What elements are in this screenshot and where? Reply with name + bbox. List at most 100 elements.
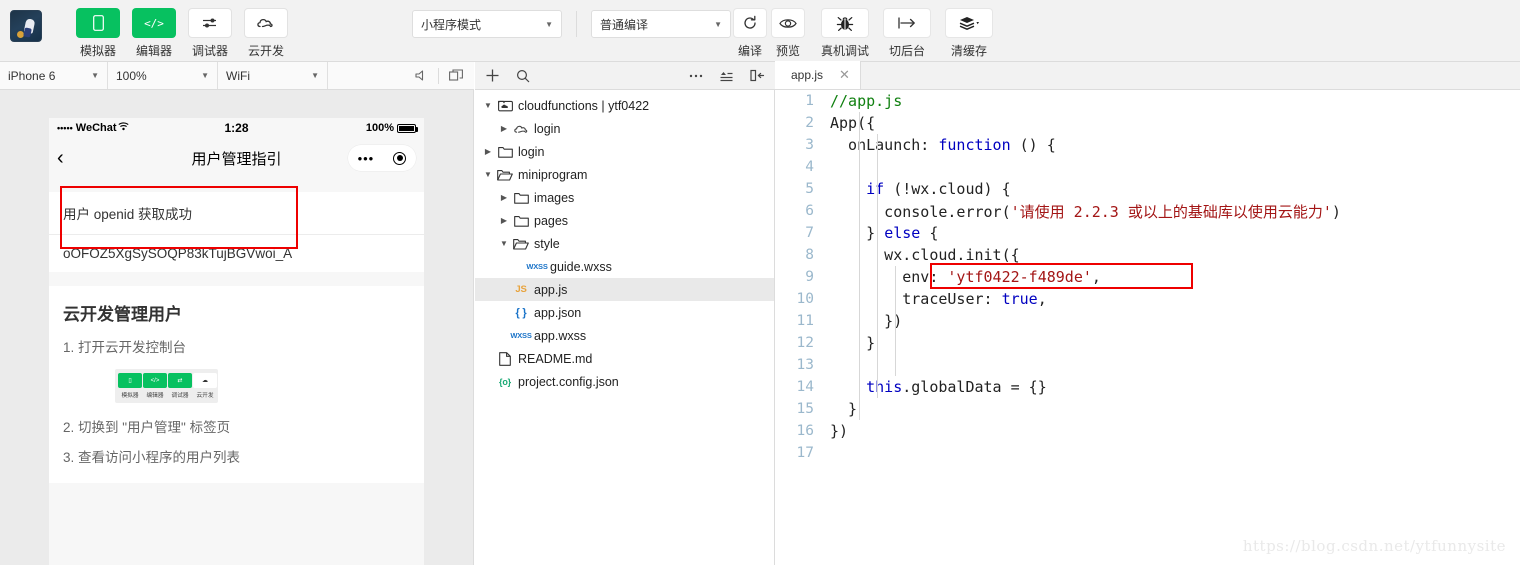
code-text[interactable]: }: [830, 334, 875, 352]
tree-item-pages[interactable]: ▶ pages: [475, 209, 774, 232]
line-number: 2: [805, 115, 814, 131]
line-number: 5: [805, 181, 814, 197]
tree-item-readme-md[interactable]: README.md: [475, 347, 774, 370]
more-icon[interactable]: [689, 73, 703, 79]
tree-item-label: app.wxss: [534, 328, 587, 343]
close-icon[interactable]: ✕: [839, 67, 850, 83]
detach-window-icon[interactable]: [449, 69, 464, 82]
cloud-folder-icon: [495, 99, 515, 112]
device-select[interactable]: iPhone 6 ▼: [0, 62, 108, 89]
target-circle-icon[interactable]: [393, 151, 407, 165]
search-icon[interactable]: [516, 69, 530, 83]
code-text[interactable]: } else {: [830, 224, 938, 242]
mode-select-value: 小程序模式: [421, 17, 482, 32]
tree-item-project-config-json[interactable]: {o} project.config.json: [475, 370, 774, 393]
clear-cache-layers-icon: [945, 8, 994, 38]
toolbar-button-clouddev[interactable]: 云开发: [244, 8, 288, 59]
compile-select-value: 普通编译: [600, 17, 649, 32]
editor-code-icon: </>: [132, 8, 176, 38]
line-number: 8: [805, 247, 814, 263]
code-text[interactable]: }): [830, 422, 848, 440]
code-line: 10 traceUser: true,: [775, 288, 1520, 310]
line-number: 11: [796, 313, 814, 329]
tree-item-cloudfunctions-ytf0422[interactable]: ▼ cloudfunctions | ytf0422: [475, 94, 774, 117]
add-file-icon[interactable]: [485, 68, 500, 83]
volume-icon[interactable]: [414, 69, 428, 82]
line-number: 14: [796, 379, 814, 395]
tab-label: app.js: [791, 68, 824, 82]
toolbar-button-clear-cache[interactable]: 清缓存: [945, 8, 994, 59]
code-line: 14 this.globalData = {}: [775, 376, 1520, 398]
line-number: 7: [805, 225, 814, 241]
collapse-list-icon[interactable]: [719, 70, 734, 82]
code-text[interactable]: onLaunch: function () {: [830, 136, 1056, 154]
network-select[interactable]: WiFi ▼: [218, 62, 328, 89]
cloud-dev-icon: ☁: [193, 373, 217, 388]
phone-nav-bar: ‹ 用户管理指引 •••: [49, 138, 424, 178]
zoom-select-value: 100%: [116, 68, 147, 83]
line-number: 16: [796, 423, 814, 439]
code-text[interactable]: App({: [830, 114, 875, 132]
tree-item-style[interactable]: ▼ style: [475, 232, 774, 255]
toolbar-button-debugger[interactable]: 调试器: [188, 8, 232, 59]
toolbar-label-clear-cache: 清缓存: [951, 44, 988, 58]
mode-select[interactable]: 小程序模式 ▼: [412, 10, 562, 38]
tree-item-images[interactable]: ▶ images: [475, 186, 774, 209]
guide-mini-debugger: ⇄ 调试器: [168, 373, 192, 399]
wxss-file-icon: WXSS: [526, 262, 548, 271]
indent-guide: [877, 376, 878, 398]
line-number: 17: [796, 445, 814, 461]
code-text[interactable]: env: 'ytf0422-f489de',: [830, 268, 1101, 286]
chevron-down-icon[interactable]: ▼: [481, 101, 495, 110]
tree-item-label: project.config.json: [518, 374, 619, 389]
zoom-select[interactable]: 100% ▼: [108, 62, 218, 89]
tree-item-label: miniprogram: [518, 167, 588, 182]
openid-result-card: 用户 openid 获取成功 oOFOZ5XgSySOQP83kTujBGVwo…: [49, 192, 424, 272]
toolbar-button-editor[interactable]: </> 编辑器: [132, 8, 176, 59]
code-text[interactable]: console.error('请使用 2.2.3 或以上的基础库以使用云能力'): [830, 201, 1341, 222]
toolbar-button-simulator[interactable]: 模拟器: [76, 8, 120, 59]
toolbar-button-preview[interactable]: 预览: [771, 8, 805, 59]
code-line: 4: [775, 156, 1520, 178]
chevron-right-icon[interactable]: ▶: [481, 147, 495, 156]
chevron-down-icon[interactable]: ▼: [497, 239, 511, 248]
toolbar-button-remote-debug[interactable]: 真机调试: [821, 8, 869, 59]
indent-guide: [895, 266, 896, 376]
tree-item-label: images: [534, 190, 575, 205]
tree-item-guide-wxss[interactable]: WXSS guide.wxss: [475, 255, 774, 278]
chevron-right-icon[interactable]: ▶: [497, 216, 511, 225]
tree-item-app-wxss[interactable]: WXSS app.wxss: [475, 324, 774, 347]
main-toolbar: 模拟器 </> 编辑器 调试器 云开发 小程序模式 ▼ 普通编译 ▼ 编译 预览…: [0, 0, 1520, 62]
debugger-sliders-icon: [188, 8, 232, 38]
markdown-file-icon: [495, 351, 515, 366]
more-dots-icon[interactable]: •••: [358, 152, 375, 165]
chevron-down-icon[interactable]: ▼: [481, 170, 495, 179]
code-text[interactable]: }: [830, 400, 857, 418]
tree-item-app-js[interactable]: JS app.js: [475, 278, 774, 301]
page-spacer: [49, 272, 424, 286]
tree-item-miniprogram[interactable]: ▼ miniprogram: [475, 163, 774, 186]
tree-item-login[interactable]: ▶ login: [475, 117, 774, 140]
tree-item-login[interactable]: ▶ login: [475, 140, 774, 163]
toolbar-button-background[interactable]: 切后台: [883, 8, 932, 59]
chevron-down-icon: ▼: [201, 71, 209, 80]
tab-app-js[interactable]: app.js ✕: [775, 61, 861, 89]
code-text[interactable]: this.globalData = {}: [830, 378, 1047, 396]
code-text[interactable]: traceUser: true,: [830, 290, 1047, 308]
code-text[interactable]: //app.js: [830, 92, 902, 110]
chevron-right-icon[interactable]: ▶: [497, 124, 511, 133]
collapse-panel-icon[interactable]: [750, 69, 765, 82]
code-text[interactable]: if (!wx.cloud) {: [830, 180, 1011, 198]
tree-item-app-json[interactable]: { } app.json: [475, 301, 774, 324]
toolbar-button-compile[interactable]: 编译: [733, 8, 767, 59]
wechat-capsule: •••: [348, 145, 416, 171]
js-file-icon: JS: [515, 284, 527, 295]
chevron-right-icon[interactable]: ▶: [497, 193, 511, 202]
section-title: 云开发管理用户: [63, 305, 182, 324]
code-text[interactable]: }): [830, 312, 902, 330]
code-editor[interactable]: 1 //app.js 2 App({3 onLaunch: function () {…: [775, 90, 1520, 565]
guide-mini-clouddev: ☁ 云开发: [193, 373, 217, 399]
project-avatar[interactable]: [10, 10, 42, 42]
compile-select[interactable]: 普通编译 ▼: [591, 10, 731, 38]
wxss-file-icon: WXSS: [510, 331, 532, 340]
